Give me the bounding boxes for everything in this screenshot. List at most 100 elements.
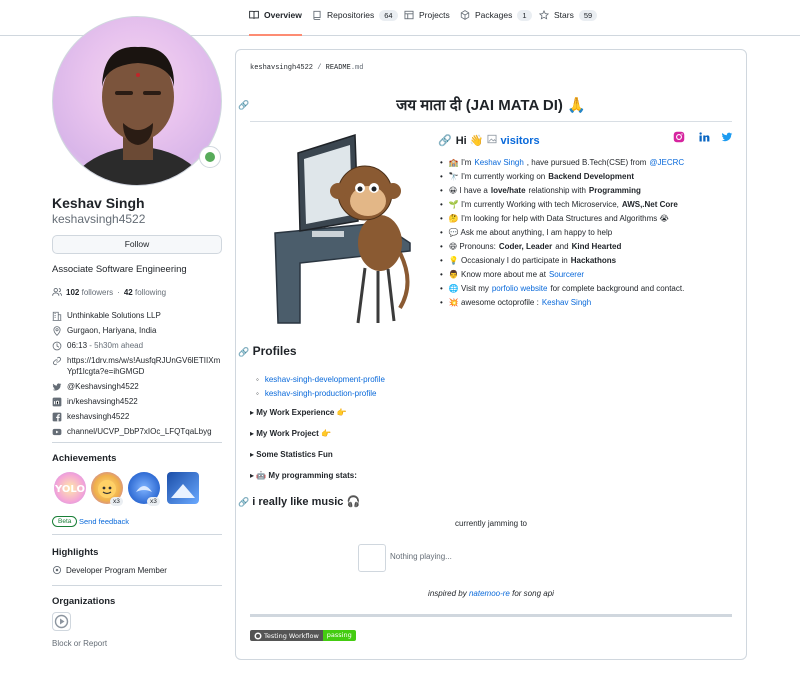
send-feedback-link[interactable]: Send feedback bbox=[79, 517, 129, 526]
twitter-icon bbox=[52, 383, 62, 391]
list-item: 👨 Know more about me at Sourcerer bbox=[440, 268, 740, 282]
tab-label: Projects bbox=[419, 10, 450, 20]
tab-stars[interactable]: Stars 59 bbox=[539, 10, 598, 36]
achievement-multiplier: x3 bbox=[110, 497, 123, 506]
followers-link[interactable]: 102 followers bbox=[66, 288, 113, 297]
organization-avatar[interactable] bbox=[52, 612, 71, 631]
text: for complete background and contact. bbox=[550, 284, 685, 293]
linkedin-handle[interactable]: in/keshavsingh4522 bbox=[67, 396, 138, 407]
anchor-link-icon[interactable]: 🔗 bbox=[238, 347, 249, 357]
anchor-link-icon[interactable]: 🔗 bbox=[238, 497, 249, 507]
portfolio-link[interactable]: porfolio website bbox=[492, 282, 548, 296]
profile-link[interactable]: keshav-singh-production-profile bbox=[256, 387, 385, 401]
youtube-row[interactable]: channel/UCVP_DbP7xIOc_LFQTqaLbyg bbox=[52, 426, 227, 437]
instagram-icon[interactable] bbox=[673, 131, 685, 143]
details-label: Some Statistics Fun bbox=[256, 450, 333, 459]
text: 💡 Occasionaly I do participate in bbox=[448, 256, 568, 265]
divider bbox=[52, 442, 222, 443]
achievement-yolo-badge[interactable]: YOLO bbox=[54, 472, 86, 504]
tab-overview[interactable]: Overview bbox=[249, 10, 302, 36]
details-work-project[interactable]: ▸ My Work Project 👉 bbox=[250, 429, 331, 438]
table-icon bbox=[404, 10, 414, 20]
yolo-badge-art: YOLO bbox=[54, 484, 85, 495]
text: inspired by bbox=[428, 589, 467, 598]
title-divider bbox=[250, 121, 732, 122]
bold-text: Backend Development bbox=[548, 172, 635, 181]
natemoo-re-link[interactable]: natemoo-re bbox=[469, 589, 510, 598]
following-link[interactable]: 42 following bbox=[124, 288, 166, 297]
details-statistics[interactable]: ▸ Some Statistics Fun bbox=[250, 450, 333, 459]
yolo-text: YOLO bbox=[54, 484, 85, 495]
list-item: 💬 Ask me about anything, I am happy to h… bbox=[440, 226, 740, 240]
text: 🔭 I'm currently working on bbox=[448, 172, 546, 181]
readme-path: keshavsingh4522 / README.md bbox=[250, 64, 363, 72]
list-item: 💥 awesome octoprofile : Keshav Singh bbox=[440, 296, 740, 310]
tab-projects[interactable]: Projects bbox=[404, 10, 450, 36]
clock-icon bbox=[52, 341, 62, 351]
jamming-text: currently jamming to bbox=[454, 519, 528, 528]
block-or-report-link[interactable]: Block or Report bbox=[52, 639, 107, 648]
list-item: 🤔 I'm looking for help with Data Structu… bbox=[440, 212, 740, 226]
followers-label: followers bbox=[81, 287, 114, 297]
website-link-line1[interactable]: https://1drv.ms/w/s!AusfqRJUnGV6lETIIXm bbox=[67, 356, 220, 365]
tab-packages[interactable]: Packages 1 bbox=[460, 10, 532, 36]
twitter-icon[interactable] bbox=[721, 131, 733, 143]
profile-link[interactable]: keshav-singh-development-profile bbox=[256, 373, 385, 387]
profile-name: Keshav Singh bbox=[52, 195, 145, 211]
website-link-line2[interactable]: Ypf1lcgta?e=ihGMGD bbox=[67, 367, 144, 376]
visitors-badge[interactable]: visitors bbox=[487, 134, 540, 147]
status-indicator[interactable] bbox=[199, 146, 221, 168]
text: 😄 Pronouns: bbox=[448, 242, 496, 251]
details-label: My Work Project 👉 bbox=[256, 429, 331, 438]
highlights-heading: Highlights bbox=[52, 547, 99, 558]
twitter-handle[interactable]: @Keshavsingh4522 bbox=[67, 381, 139, 392]
octoprofile-link[interactable]: Keshav Singh bbox=[542, 296, 591, 310]
anchor-link-icon[interactable]: 🔗 bbox=[238, 100, 249, 111]
facebook-row[interactable]: keshavsingh4522 bbox=[52, 411, 227, 422]
tab-repositories[interactable]: Repositories 64 bbox=[312, 10, 398, 36]
divider bbox=[52, 585, 222, 586]
linkedin-icon[interactable] bbox=[698, 131, 710, 143]
text: for song api bbox=[512, 589, 554, 598]
profiles-title: Profiles bbox=[252, 344, 297, 358]
repositories-count: 64 bbox=[379, 10, 398, 21]
follow-button[interactable]: Follow bbox=[52, 235, 222, 254]
website-row[interactable]: https://1drv.ms/w/s!AusfqRJUnGV6lETIIXm Y… bbox=[52, 355, 227, 377]
avatar[interactable] bbox=[52, 16, 222, 186]
tab-label: Stars bbox=[554, 10, 574, 20]
text: and bbox=[555, 242, 569, 251]
twitter-row[interactable]: @Keshavsingh4522 bbox=[52, 381, 227, 392]
details-programming-stats[interactable]: ▸ 🤖 My programming stats: bbox=[250, 471, 357, 480]
monkey-at-computer-illustration bbox=[274, 133, 411, 324]
beta-label: Beta bbox=[52, 516, 78, 527]
github-icon bbox=[254, 632, 262, 639]
achievement-arctic-badge[interactable] bbox=[167, 472, 199, 504]
details-work-experience[interactable]: ▸ My Work Experience 👉 bbox=[250, 408, 347, 417]
followers-count: 102 bbox=[66, 287, 80, 297]
readme-title: जय माता दी (JAI MATA DI) 🙏 bbox=[396, 97, 586, 114]
company-row: Unthinkable Solutions LLP bbox=[52, 310, 227, 321]
text: 🌱 I'm currently Working with tech Micros… bbox=[448, 200, 619, 209]
name-link[interactable]: Keshav Singh bbox=[474, 156, 523, 170]
anchor-link-icon[interactable]: 🔗 bbox=[438, 134, 452, 147]
youtube-channel[interactable]: channel/UCVP_DbP7xIOc_LFQTqaLbyg bbox=[67, 426, 212, 437]
readme-path-user[interactable]: keshavsingh4522 bbox=[250, 64, 313, 72]
jecrc-link[interactable]: @JECRC bbox=[649, 156, 684, 170]
profiles-heading: 🔗 Profiles bbox=[238, 344, 297, 358]
profile-login: keshavsingh4522 bbox=[52, 212, 146, 226]
list-item: 🔭 I'm currently working on Backend Devel… bbox=[440, 170, 740, 184]
location-icon bbox=[53, 326, 61, 336]
details-label: 🤖 My programming stats: bbox=[256, 471, 357, 480]
bold-text: Hackathons bbox=[570, 256, 617, 265]
linkedin-row[interactable]: in/keshavsingh4522 bbox=[52, 396, 227, 407]
follow-stats: 102 followers · 42 following bbox=[52, 287, 166, 297]
divider bbox=[52, 534, 222, 535]
company: Unthinkable Solutions LLP bbox=[67, 311, 161, 320]
workflow-status-badge[interactable]: Testing Workflow passing bbox=[250, 630, 356, 641]
sourcerer-link[interactable]: Sourcerer bbox=[549, 268, 584, 282]
linkedin-icon bbox=[52, 397, 62, 407]
packages-count: 1 bbox=[517, 10, 532, 21]
bold-text: Programming bbox=[588, 186, 641, 195]
highlight-item: Developer Program Member bbox=[52, 565, 167, 575]
facebook-handle[interactable]: keshavsingh4522 bbox=[67, 411, 129, 422]
